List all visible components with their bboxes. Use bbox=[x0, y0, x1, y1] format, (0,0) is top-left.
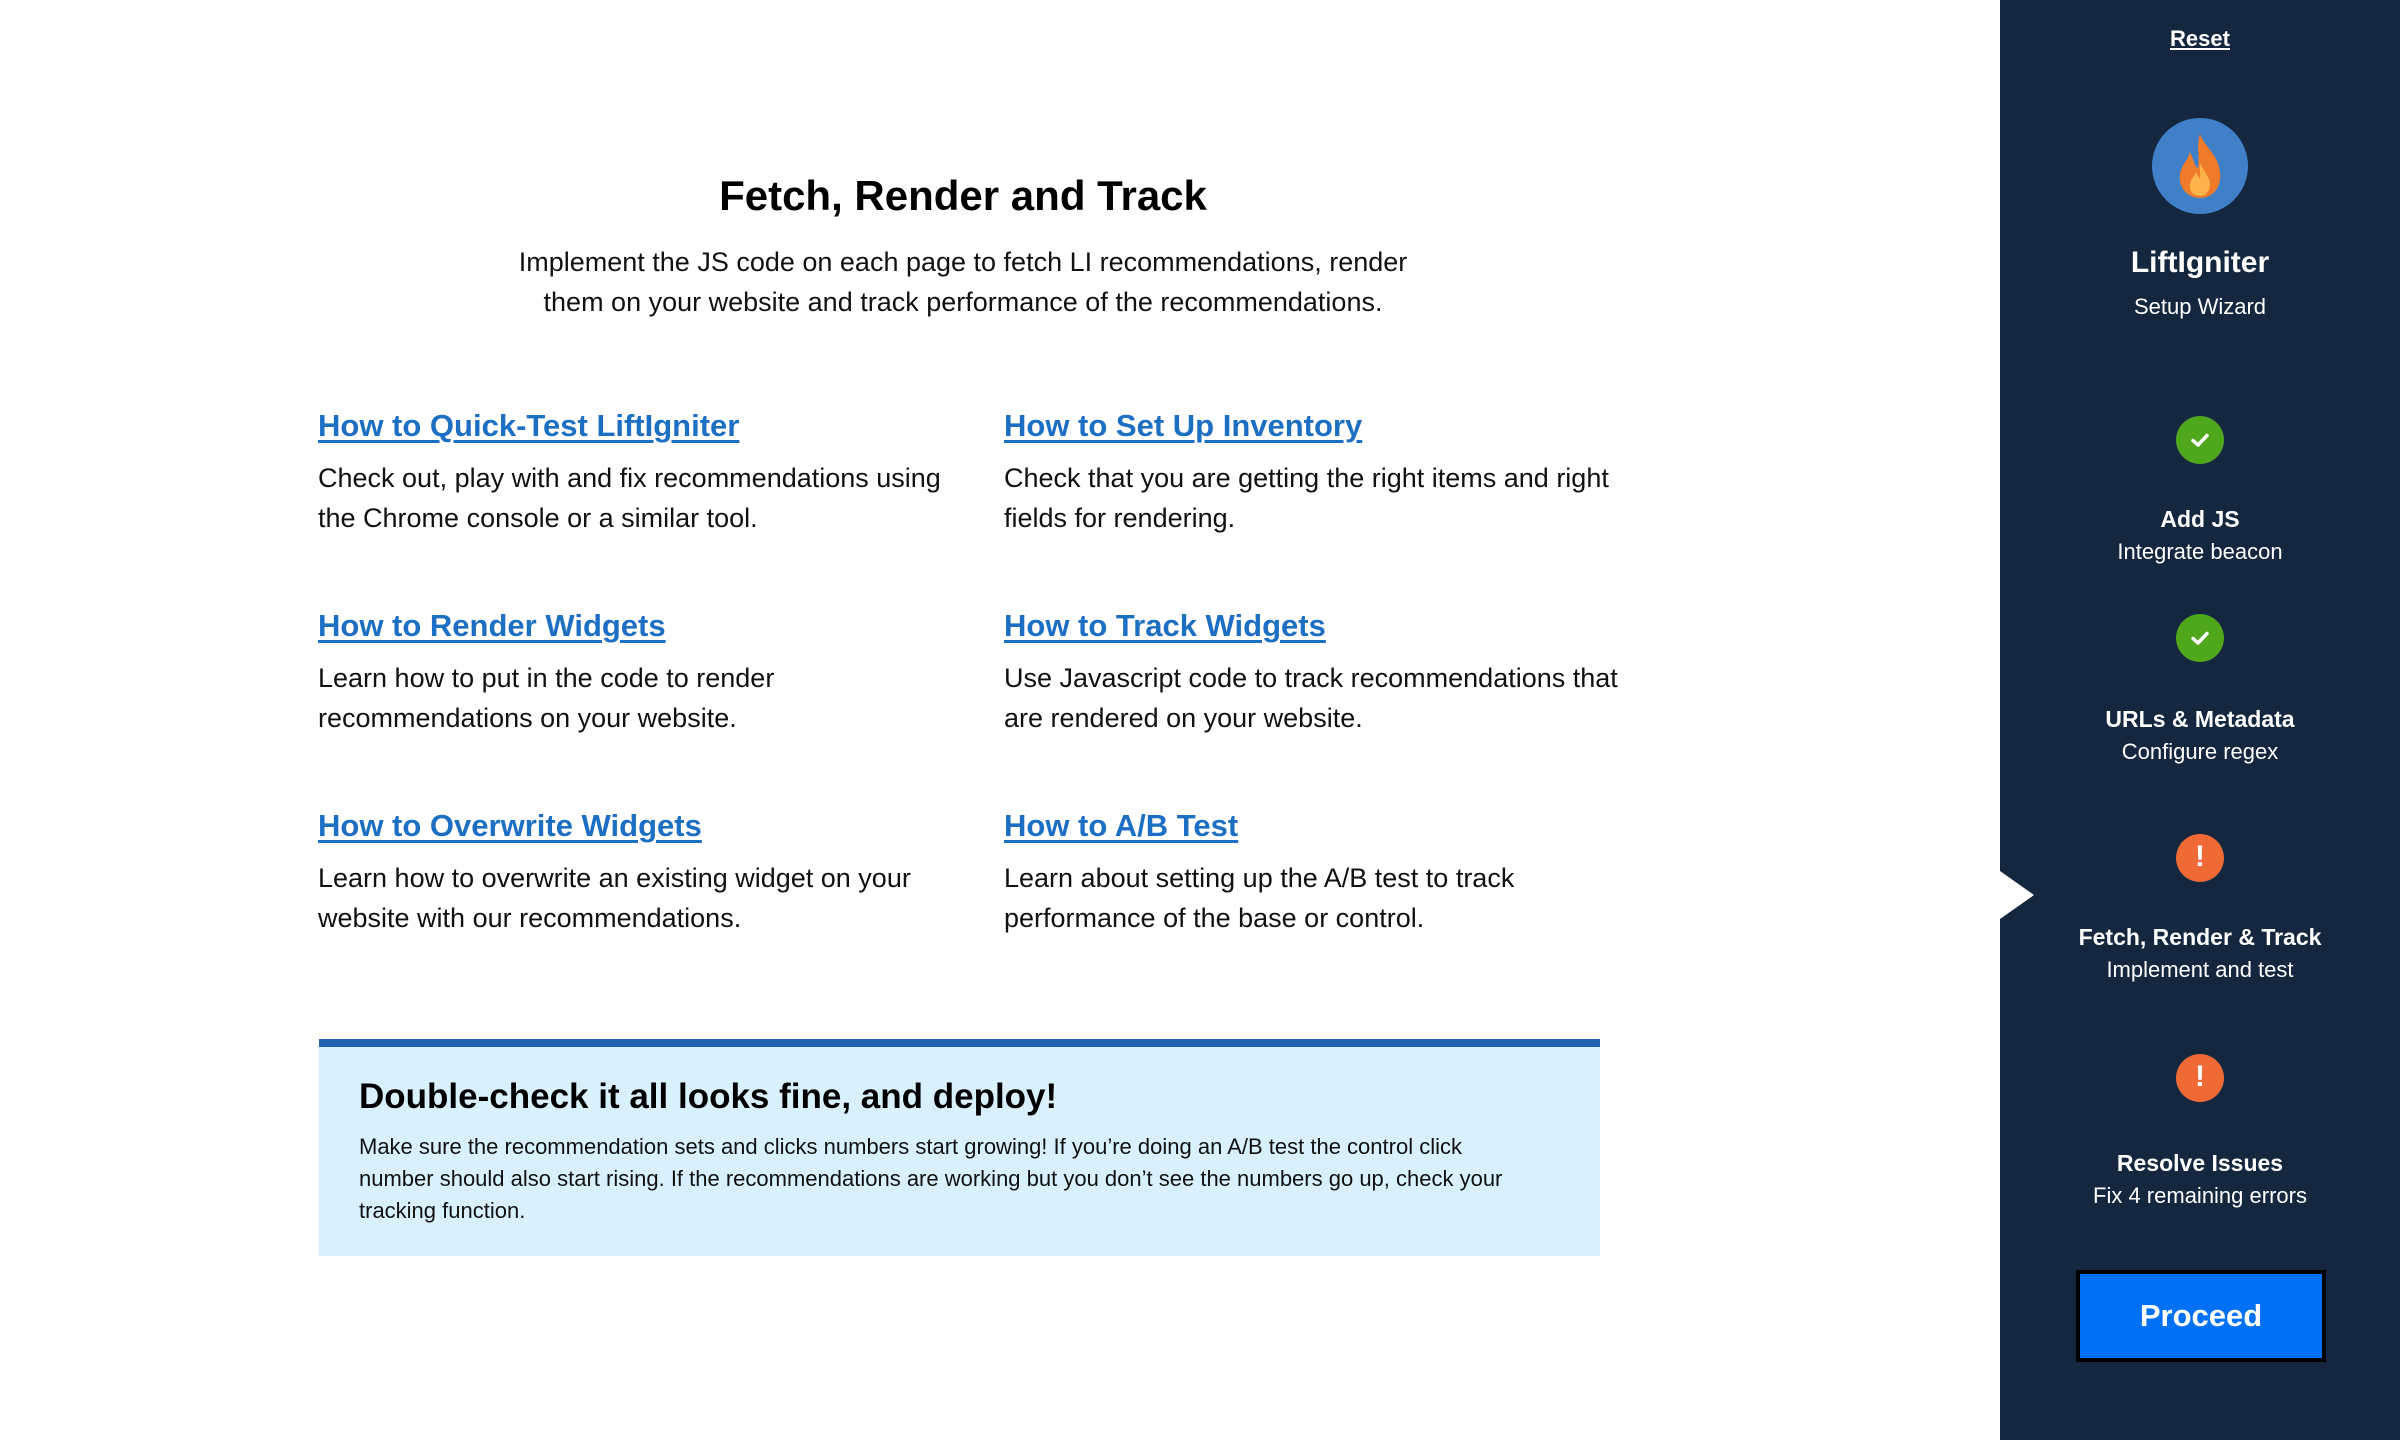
guide-quick-test: How to Quick-Test LiftIgniter Check out,… bbox=[318, 408, 958, 538]
exclamation-icon: ! bbox=[2195, 840, 2205, 873]
guide-overwrite-widgets: How to Overwrite Widgets Learn how to ov… bbox=[318, 808, 958, 938]
main-content: Fetch, Render and Track Implement the JS… bbox=[0, 0, 2000, 1440]
step-status-done bbox=[2176, 614, 2224, 662]
guide-description: Learn about setting up the A/B test to t… bbox=[1004, 863, 1515, 933]
step-subtitle: Integrate beacon bbox=[2117, 539, 2283, 564]
guide-description: Use Javascript code to track recommendat… bbox=[1004, 663, 1618, 733]
guide-description: Check out, play with and fix recommendat… bbox=[318, 463, 941, 533]
active-step-pointer bbox=[2000, 871, 2034, 919]
step-status-done bbox=[2176, 416, 2224, 464]
step-fetch-render-track[interactable]: ! Fetch, Render & Track Implement and te… bbox=[2000, 834, 2400, 983]
step-add-js[interactable]: Add JS Integrate beacon bbox=[2000, 416, 2400, 565]
brand-subtitle: Setup Wizard bbox=[2133, 294, 2267, 319]
wizard-sidebar: Reset LiftIgniter Setup Wizard Add JS In… bbox=[2000, 0, 2400, 1440]
page-subtitle: Implement the JS code on each page to fe… bbox=[518, 247, 1408, 317]
step-resolve-issues[interactable]: ! Resolve Issues Fix 4 remaining errors bbox=[2000, 1054, 2400, 1209]
exclamation-icon: ! bbox=[2195, 1060, 2205, 1093]
reset-link[interactable]: Reset bbox=[2000, 26, 2400, 52]
checkmark-icon bbox=[2191, 433, 2209, 447]
guide-render-widgets: How to Render Widgets Learn how to put i… bbox=[318, 608, 958, 738]
step-urls-metadata[interactable]: URLs & Metadata Configure regex bbox=[2000, 614, 2400, 765]
step-title: URLs & Metadata bbox=[2105, 706, 2295, 732]
step-title: Add JS bbox=[2160, 506, 2240, 532]
deploy-title: Double-check it all looks fine, and depl… bbox=[359, 1077, 1058, 1116]
liftigniter-logo bbox=[2152, 118, 2248, 214]
guide-inventory: How to Set Up Inventory Check that you a… bbox=[1004, 408, 1644, 538]
set-up-inventory-link[interactable]: How to Set Up Inventory bbox=[1004, 408, 1362, 444]
proceed-button[interactable]: Proceed bbox=[2076, 1270, 2326, 1362]
deploy-text: Make sure the recommendation sets and cl… bbox=[359, 1134, 1503, 1223]
track-widgets-link[interactable]: How to Track Widgets bbox=[1004, 608, 1326, 644]
guide-description: Check that you are getting the right ite… bbox=[1004, 463, 1609, 533]
step-subtitle: Implement and test bbox=[2106, 957, 2294, 982]
step-title: Fetch, Render & Track bbox=[2078, 924, 2322, 950]
step-status-warning: ! bbox=[2176, 1054, 2224, 1102]
checkmark-icon bbox=[2191, 631, 2209, 645]
render-widgets-link[interactable]: How to Render Widgets bbox=[318, 608, 666, 644]
quick-test-link[interactable]: How to Quick-Test LiftIgniter bbox=[318, 408, 739, 444]
overwrite-widgets-link[interactable]: How to Overwrite Widgets bbox=[318, 808, 702, 844]
step-subtitle: Fix 4 remaining errors bbox=[2093, 1183, 2307, 1208]
page-title: Fetch, Render and Track bbox=[719, 172, 1207, 219]
setup-wizard-page: Fetch, Render and Track Implement the JS… bbox=[0, 0, 2400, 1440]
step-subtitle: Configure regex bbox=[2121, 739, 2279, 764]
step-title: Resolve Issues bbox=[2116, 1150, 2284, 1176]
ab-test-link[interactable]: How to A/B Test bbox=[1004, 808, 1238, 844]
guide-description: Learn how to overwrite an existing widge… bbox=[318, 863, 911, 933]
guide-track-widgets: How to Track Widgets Use Javascript code… bbox=[1004, 608, 1644, 738]
brand-name: LiftIgniter bbox=[2130, 246, 2270, 279]
step-status-warning: ! bbox=[2176, 834, 2224, 882]
guide-description: Learn how to put in the code to render r… bbox=[318, 663, 775, 733]
deploy-callout: Double-check it all looks fine, and depl… bbox=[319, 1039, 1600, 1256]
guide-ab-test: How to A/B Test Learn about setting up t… bbox=[1004, 808, 1644, 938]
flame-icon bbox=[2179, 134, 2221, 198]
